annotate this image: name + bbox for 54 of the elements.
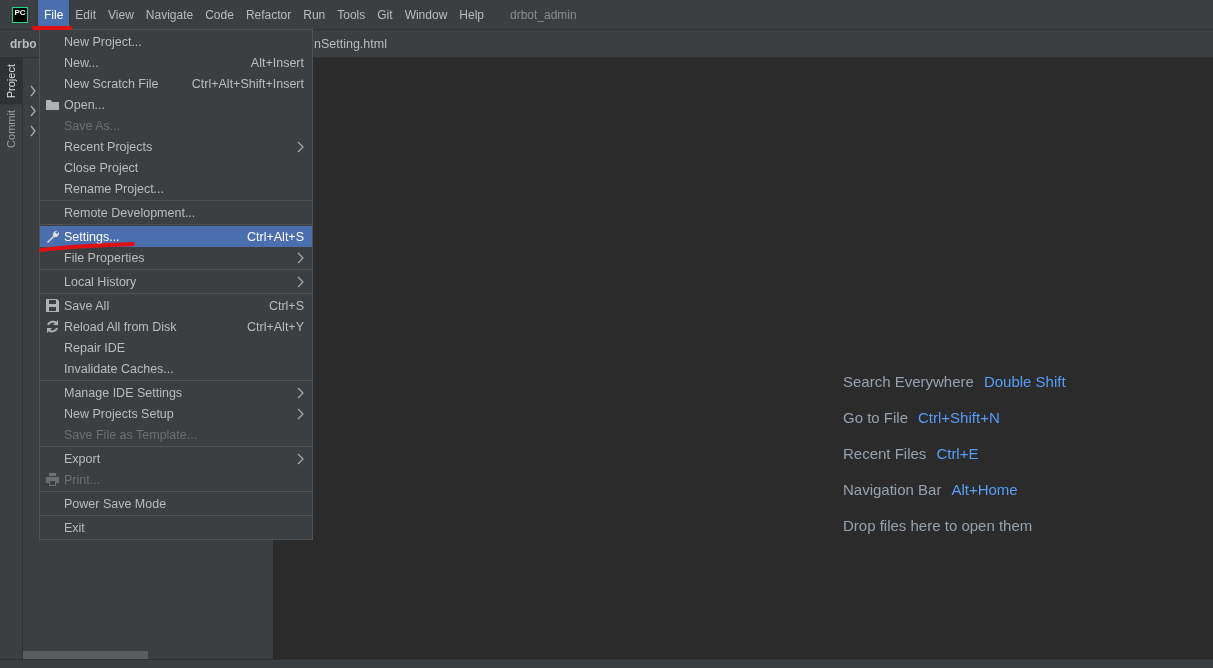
menu-item[interactable]: Edit [69,0,103,30]
menu-item[interactable]: Tools [331,0,372,30]
menu-option[interactable]: Save All Ctrl+S [40,295,312,316]
chevron-icon[interactable] [29,124,37,138]
menu-item[interactable]: Window [398,0,454,30]
shortcut-link[interactable]: Ctrl+E [936,445,979,462]
menu-option[interactable]: Close Project [40,157,312,178]
menu-option[interactable]: New Projects Setup [40,403,312,424]
project-title: drbot_admin [510,7,577,22]
hint-text: Go to File [843,409,909,426]
menu-item[interactable]: Run [297,0,332,30]
menu-option[interactable]: Repair IDE [40,337,312,358]
menu-item[interactable]: Code [199,0,240,30]
menu-option[interactable]: Recent Projects [40,136,312,157]
menu-item[interactable]: Help [453,0,490,30]
reload-icon [45,319,60,334]
printer-icon [45,472,60,487]
app-logo[interactable]: PC [12,6,28,23]
chevron-icon[interactable] [29,104,37,118]
chevron-icon[interactable] [29,84,37,98]
menu-item[interactable]: Refactor [239,0,298,30]
menu-option[interactable]: Settings... Ctrl+Alt+S [40,226,312,247]
menu-item[interactable]: View [102,0,140,30]
menu-option[interactable]: Open... [40,94,312,115]
menu-option[interactable]: Export [40,448,312,469]
menu-item[interactable]: Git [371,0,399,30]
menu-option[interactable]: Power Save Mode [40,493,312,514]
shortcut-link[interactable]: Double Shift [983,373,1066,390]
folder-icon [45,97,60,112]
hint-text: Recent Files [843,445,927,462]
hint-text: Navigation Bar [843,481,942,498]
menu-option[interactable]: Rename Project... [40,178,312,199]
menu-option[interactable]: Invalidate Caches... [40,358,312,379]
hint-text: Drop files here to open them [843,517,1033,534]
wrench-icon [45,229,60,244]
tool-window-tab[interactable]: Commit [0,104,22,155]
scrollbar-thumb[interactable] [23,651,148,659]
hint-text: Search Everywhere [843,373,974,390]
save-icon [45,298,60,313]
shortcut-link[interactable]: Ctrl+Shift+N [918,409,1000,426]
menu-option[interactable]: Reload All from Disk Ctrl+Alt+Y [40,316,312,337]
menu-option[interactable]: New Scratch File Ctrl+Alt+Shift+Insert [40,73,312,94]
menu-item[interactable]: Navigate [139,0,200,30]
highlight-stroke [31,24,73,32]
menu-option[interactable]: Local History [40,271,312,292]
menu-option[interactable]: File Properties [40,247,312,268]
menu-option[interactable]: Manage IDE Settings [40,382,312,403]
tool-window-tab[interactable]: Project [0,58,22,105]
menu-option[interactable]: Exit [40,517,312,538]
menu-option[interactable]: New Project... [40,31,312,52]
shortcut-link[interactable]: Alt+Home [951,481,1018,498]
menu-option[interactable]: Remote Development... [40,202,312,223]
editor-tab[interactable]: nSetting.html [310,36,391,51]
menu-option[interactable]: New... Alt+Insert [40,52,312,73]
